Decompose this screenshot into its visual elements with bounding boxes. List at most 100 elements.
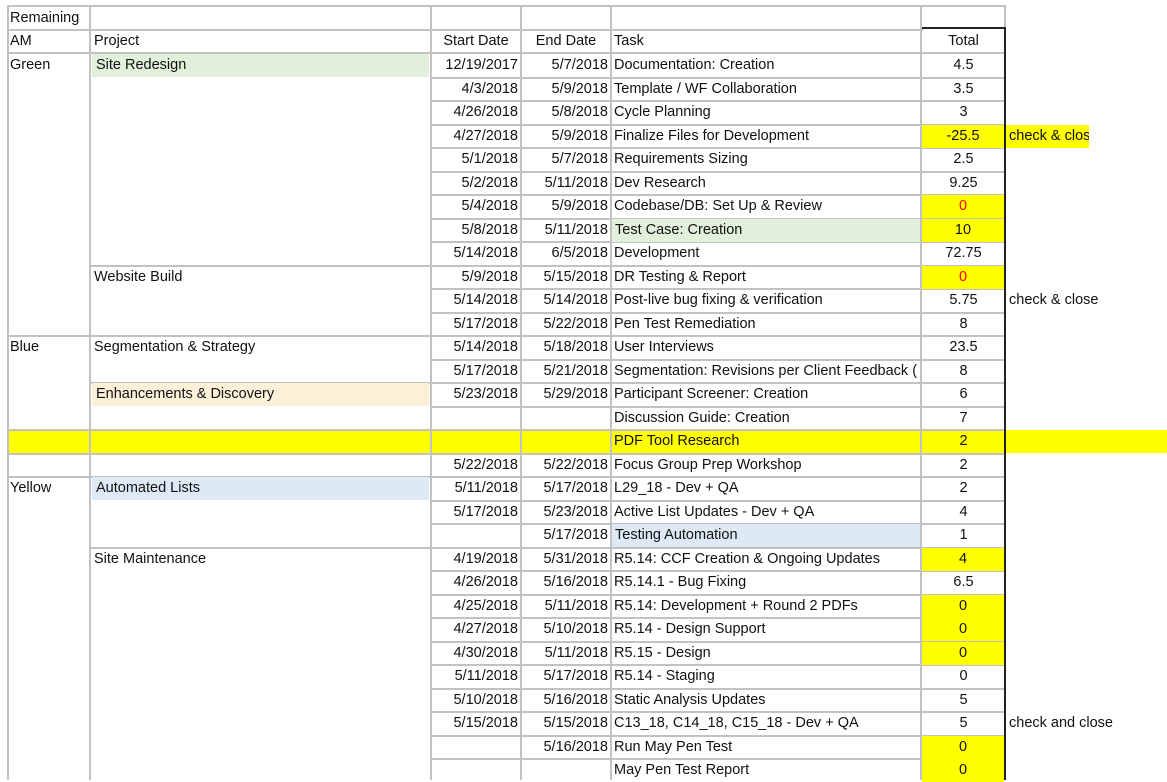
end-date-cell[interactable]: 5/18/2018 [521,336,611,359]
am-cell[interactable] [7,289,90,312]
end-date-cell[interactable]: 5/21/2018 [521,360,611,383]
am-cell[interactable]: Yellow [7,477,90,500]
end-date-cell[interactable]: 5/11/2018 [521,172,611,195]
note-cell[interactable] [1006,336,1167,359]
end-date-cell[interactable]: 5/9/2018 [521,125,611,148]
start-date-cell[interactable] [431,524,521,547]
task-cell[interactable]: Template / WF Collaboration [611,78,921,101]
am-cell[interactable] [7,383,90,406]
task-cell[interactable]: Run May Pen Test [611,736,921,759]
task-cell[interactable]: Participant Screener: Creation [611,383,921,406]
project-cell[interactable] [90,689,430,712]
project-cell[interactable] [90,313,430,336]
note-cell[interactable]: check and close [1006,712,1167,735]
note-cell[interactable] [1006,736,1167,759]
project-cell[interactable] [90,571,430,594]
total-cell[interactable]: 9.25 [922,172,1005,195]
task-cell[interactable]: Focus Group Prep Workshop [611,454,921,477]
note-cell[interactable]: check & close [1006,289,1167,312]
note-cell[interactable] [1006,407,1167,430]
start-date-cell[interactable]: 5/22/2018 [431,454,521,477]
project-cell[interactable] [90,407,430,430]
project-cell[interactable] [90,148,430,171]
note-cell[interactable] [1006,454,1167,477]
start-date-cell[interactable]: 5/10/2018 [431,689,521,712]
project-cell[interactable] [90,172,430,195]
end-date-cell[interactable]: 5/11/2018 [521,595,611,618]
am-cell[interactable] [7,407,90,430]
am-cell[interactable] [7,501,90,524]
project-cell[interactable] [90,125,430,148]
am-cell[interactable] [7,313,90,336]
start-date-cell[interactable] [431,407,521,430]
task-cell[interactable]: R5.14: Development + Round 2 PDFs [611,595,921,618]
note-cell[interactable] [1006,618,1167,641]
start-date-cell[interactable]: 5/1/2018 [431,148,521,171]
project-cell[interactable] [90,195,430,218]
project-cell[interactable] [90,454,430,477]
total-cell[interactable]: 8 [922,360,1005,383]
header-task[interactable]: Task [611,30,921,53]
project-cell[interactable]: Site Maintenance [90,548,430,571]
total-cell[interactable]: 0 [922,618,1004,641]
note-cell[interactable] [1006,360,1167,383]
total-cell[interactable]: 23.5 [922,336,1005,359]
end-date-cell[interactable]: 5/23/2018 [521,501,611,524]
end-date-cell[interactable]: 5/16/2018 [521,736,611,759]
total-cell[interactable]: 3.5 [922,78,1005,101]
am-cell[interactable] [7,595,90,618]
sheet-title[interactable]: Remaining [7,7,921,30]
task-cell[interactable]: Segmentation: Revisions per Client Feedb… [611,360,921,383]
total-cell[interactable]: 3 [922,101,1005,124]
project-cell[interactable] [90,759,430,782]
end-date-cell[interactable]: 5/17/2018 [521,477,611,500]
note-cell[interactable] [1006,78,1167,101]
end-date-cell[interactable]: 5/15/2018 [521,712,611,735]
project-cell[interactable]: Automated Lists [92,477,429,500]
am-cell[interactable]: Blue [7,336,90,359]
project-cell[interactable] [90,219,430,242]
end-date-cell[interactable]: 5/11/2018 [521,219,611,242]
start-date-cell[interactable]: 5/14/2018 [431,242,521,265]
task-cell[interactable]: R5.14 - Design Support [611,618,921,641]
header-project[interactable]: Project [90,30,430,53]
total-cell[interactable]: 4 [922,548,1004,571]
total-cell[interactable]: 5.75 [922,289,1005,312]
note-cell[interactable] [1006,383,1167,406]
total-cell[interactable]: 4.5 [922,54,1005,77]
total-cell[interactable]: 10 [922,219,1004,242]
note-cell[interactable] [1006,242,1167,265]
start-date-cell[interactable]: 5/2/2018 [431,172,521,195]
project-cell[interactable] [90,430,430,453]
total-cell[interactable]: 72.75 [922,242,1005,265]
project-cell[interactable] [90,242,430,265]
am-cell[interactable] [7,548,90,571]
am-cell[interactable] [7,642,90,665]
total-cell[interactable]: 2 [922,477,1005,500]
total-cell[interactable]: 8 [922,313,1005,336]
note-cell[interactable] [1006,642,1167,665]
start-date-cell[interactable]: 4/25/2018 [431,595,521,618]
task-cell[interactable]: Dev Research [611,172,921,195]
end-date-cell[interactable]: 5/22/2018 [521,454,611,477]
start-date-cell[interactable]: 5/9/2018 [431,266,521,289]
start-date-cell[interactable]: 4/19/2018 [431,548,521,571]
am-cell[interactable]: Green [7,54,90,77]
task-cell[interactable]: Documentation: Creation [611,54,921,77]
start-date-cell[interactable]: 4/26/2018 [431,571,521,594]
end-date-cell[interactable]: 5/7/2018 [521,54,611,77]
note-cell[interactable] [1006,148,1167,171]
am-cell[interactable] [7,101,90,124]
note-cell[interactable] [1006,665,1167,688]
start-date-cell[interactable]: 4/26/2018 [431,101,521,124]
note-cell[interactable] [1006,54,1167,77]
project-cell[interactable] [90,289,430,312]
project-cell[interactable] [90,501,430,524]
project-cell[interactable]: Site Redesign [92,54,429,77]
task-cell[interactable]: R5.15 - Design [611,642,921,665]
task-cell[interactable]: Active List Updates - Dev + QA [611,501,921,524]
project-cell[interactable]: Segmentation & Strategy [90,336,430,359]
task-cell[interactable]: C13_18, C14_18, C15_18 - Dev + QA [611,712,921,735]
end-date-cell[interactable]: 5/14/2018 [521,289,611,312]
end-date-cell[interactable]: 5/11/2018 [521,642,611,665]
